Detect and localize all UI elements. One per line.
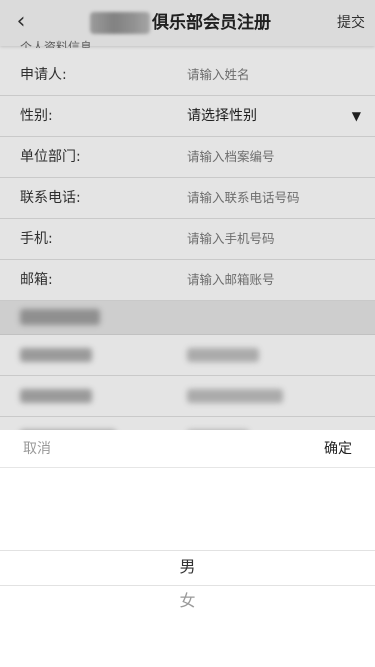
picker-toolbar: 取消 确定 <box>0 430 375 468</box>
picker-option-female[interactable]: 女 <box>0 590 375 612</box>
picker-wheel[interactable]: 男 女 <box>0 468 375 667</box>
gender-picker: 取消 确定 男 女 <box>0 430 375 667</box>
picker-option-male[interactable]: 男 <box>0 556 375 578</box>
registration-page: ‹ 俱乐部会员注册 提交 个人资料信息 申请人: 性别: 请选择性别 ▼ 单位部… <box>0 0 375 667</box>
picker-indicator-line <box>0 585 375 586</box>
confirm-button[interactable]: 确定 <box>324 440 352 458</box>
cancel-button[interactable]: 取消 <box>23 440 51 458</box>
modal-overlay[interactable] <box>0 0 375 430</box>
picker-indicator-line <box>0 550 375 551</box>
